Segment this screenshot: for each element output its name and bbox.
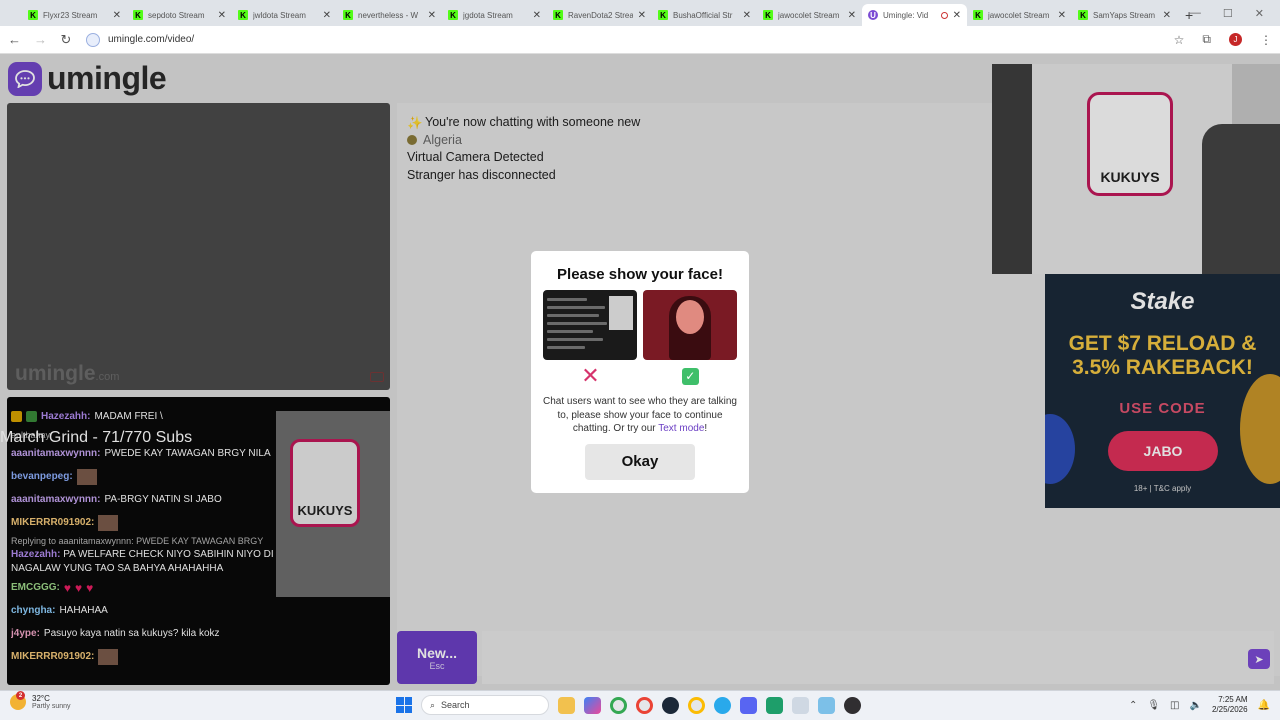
chrome-profile-icon[interactable] [636,696,653,714]
volume-icon[interactable]: 🔈 [1190,700,1202,711]
tab-title: Flyxr23 Stream [43,10,98,20]
forward-icon[interactable]: → [34,32,47,47]
address-bar: ← → ↻ umingle.com/video/ ☆ ⧉ J ⋮ [0,26,1280,54]
kick-favicon-icon: K [658,10,668,20]
cross-icon: ✕ [581,363,600,388]
tab-10[interactable]: K SamYaps Stream ✕ [1072,4,1177,26]
kick-favicon-icon: K [343,10,353,20]
weather-widget[interactable]: 2 32°C Partly sunny [10,691,71,710]
close-tab-icon[interactable]: ✕ [428,10,436,21]
tab-0[interactable]: K Flyxr23 Stream ✕ [22,4,127,26]
tab-title: RavenDota2 Strea [568,10,633,20]
close-tab-icon[interactable]: ✕ [1058,10,1066,21]
close-tab-icon[interactable]: ✕ [638,10,646,21]
tab-2[interactable]: Kjwldota Stream ✕ [232,4,337,26]
chrome-icon[interactable] [610,696,627,714]
telegram-icon[interactable] [714,696,731,714]
dialog-body: Chat users want to see who they are talk… [543,396,737,434]
snipping-tool-icon[interactable] [792,696,809,714]
kick-favicon-icon: K [763,10,773,20]
close-tab-icon[interactable]: ✕ [848,10,856,21]
tab-7[interactable]: Kjawocolet Stream ✕ [757,4,862,26]
search-icon: ⌕ [430,699,436,710]
good-example-image [643,290,737,360]
microphone-icon[interactable]: 🎙 [1147,700,1160,711]
taskbar-search[interactable]: ⌕ Search [421,695,549,715]
close-tab-icon[interactable]: ✕ [533,10,541,21]
maximize-icon[interactable]: ☐ [1223,7,1233,20]
back-icon[interactable]: ← [8,32,21,47]
file-explorer-icon[interactable] [558,696,575,714]
reload-icon[interactable]: ↻ [60,32,72,48]
tab-title: BushaOfficial Str [673,10,733,20]
kick-favicon-icon: K [1078,10,1088,20]
tab-title: nevertheless - W [358,10,419,20]
tab-title: jwldota Stream [253,10,306,20]
close-tab-icon[interactable]: ✕ [743,10,751,21]
bookmark-star-icon[interactable]: ☆ [1174,33,1185,47]
tab-title: Umingle: Vid [883,10,929,20]
tab-4[interactable]: Kjgdota Stream ✕ [442,4,547,26]
tab-title: jgdota Stream [463,10,513,20]
copilot-icon[interactable] [584,696,601,714]
tray-chevron-icon[interactable]: ⌃ [1129,700,1137,711]
profile-avatar[interactable]: J [1229,33,1242,46]
system-tray: ⌃ 🎙 ◫ 🔈 7:25 AM 2/25/2026 🔔 [1129,695,1270,715]
clock[interactable]: 7:25 AM 2/25/2026 [1212,695,1248,715]
kick-favicon-icon: K [28,10,38,20]
browser-menu-icon[interactable]: ⋮ [1260,33,1272,47]
recording-icon [940,11,948,19]
tab-8[interactable]: U Umingle: Vid ✕ [862,4,967,26]
kick-favicon-icon: K [553,10,563,20]
kick-favicon-icon: K [238,10,248,20]
site-info-icon[interactable] [86,32,100,47]
chrome-alt-icon[interactable] [688,696,705,714]
close-tab-icon[interactable]: ✕ [953,10,961,21]
close-tab-icon[interactable]: ✕ [323,10,331,21]
close-tab-icon[interactable]: ✕ [1163,10,1171,21]
face-required-dialog: Please show your face! ✕ ✓ Chat users wa… [531,251,749,493]
window-controls: — ☐ ✕ [1190,0,1280,26]
tab-title: jawocolet Stream [778,10,840,20]
umingle-favicon-icon: U [868,10,878,20]
start-icon[interactable] [396,697,412,713]
steam-icon[interactable] [662,696,679,714]
tab-title: sepdoto Stream [148,10,205,20]
network-icon[interactable]: ◫ [1170,700,1179,711]
windows-taskbar: 2 32°C Partly sunny ⌕ Search ⌃ 🎙 ◫ 🔈 7:2… [0,690,1280,720]
discord-icon[interactable] [740,696,757,714]
tab-3[interactable]: Knevertheless - W ✕ [337,4,442,26]
bad-example-image [543,290,637,360]
close-window-icon[interactable]: ✕ [1255,7,1264,20]
tab-strip: K Flyxr23 Stream ✕ Ksepdoto Stream ✕ Kjwldota… [0,0,1280,26]
weather-icon: 2 [10,691,26,710]
tab-title: SamYaps Stream [1093,10,1156,20]
close-tab-icon[interactable]: ✕ [218,10,226,21]
tab-1[interactable]: Ksepdoto Stream ✕ [127,4,232,26]
notification-icon[interactable]: 🔔 [1258,700,1270,711]
checkmark-icon: ✓ [681,367,699,385]
tab-6[interactable]: K BushaOfficial Str ✕ [652,4,757,26]
app-green-icon[interactable] [766,696,783,714]
kick-favicon-icon: K [133,10,143,20]
tab-5[interactable]: K RavenDota2 Strea ✕ [547,4,652,26]
url-text: umingle.com/video/ [108,34,195,45]
minimize-icon[interactable]: — [1190,7,1201,19]
kick-favicon-icon: K [973,10,983,20]
text-mode-link[interactable]: Text mode [658,423,704,434]
tab-9[interactable]: Kjawocolet Stream ✕ [967,4,1072,26]
url-field[interactable]: umingle.com/video/ [86,30,1160,50]
close-tab-icon[interactable]: ✕ [113,10,121,21]
kick-favicon-icon: K [448,10,458,20]
tab-title: jawocolet Stream [988,10,1050,20]
extensions-icon[interactable]: ⧉ [1202,32,1211,47]
okay-button[interactable]: Okay [585,443,695,480]
dialog-title: Please show your face! [557,266,723,283]
obs-icon[interactable] [844,696,861,714]
notepad-icon[interactable] [818,696,835,714]
